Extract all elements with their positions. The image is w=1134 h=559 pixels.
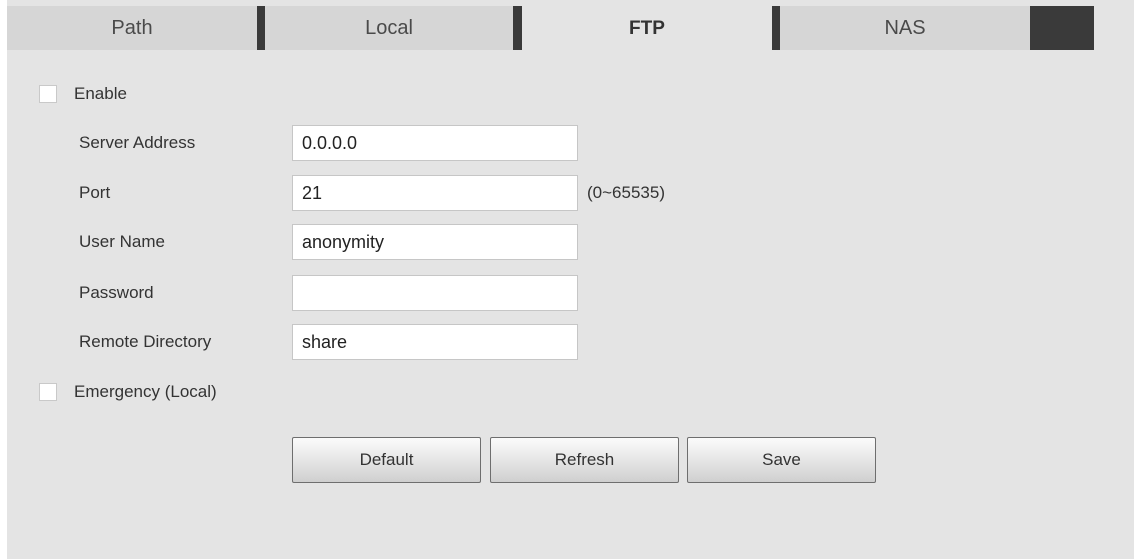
tab-bar: Path Local FTP NAS [7,6,1094,52]
default-button[interactable]: Default [292,437,481,483]
ftp-settings-panel: Path Local FTP NAS Enable Server Address… [7,0,1134,559]
port-input[interactable] [292,175,578,211]
tab-nas[interactable]: NAS [780,6,1030,50]
server-address-input[interactable] [292,125,578,161]
tab-local[interactable]: Local [265,6,513,50]
password-label: Password [79,283,154,302]
save-button[interactable]: Save [687,437,876,483]
emergency-row: Emergency (Local) [7,374,1134,410]
server-address-row: Server Address [7,125,1134,161]
server-address-label: Server Address [79,133,196,152]
port-row: Port (0~65535) [7,175,1134,211]
emergency-label: Emergency (Local) [74,382,217,401]
remote-directory-input[interactable] [292,324,578,360]
password-row: Password [7,275,1134,311]
remote-directory-row: Remote Directory [7,324,1134,360]
user-name-row: User Name [7,224,1134,260]
port-range-hint: (0~65535) [587,183,665,202]
user-name-input[interactable] [292,224,578,260]
password-input[interactable] [292,275,578,311]
port-label: Port [79,183,111,202]
enable-checkbox[interactable] [39,85,57,103]
refresh-button[interactable]: Refresh [490,437,679,483]
enable-row: Enable [7,76,1134,112]
tab-ftp[interactable]: FTP [522,6,772,52]
user-name-label: User Name [79,232,165,251]
enable-label: Enable [74,84,127,103]
tab-path[interactable]: Path [7,6,257,50]
emergency-checkbox[interactable] [39,383,57,401]
remote-directory-label: Remote Directory [79,332,212,351]
